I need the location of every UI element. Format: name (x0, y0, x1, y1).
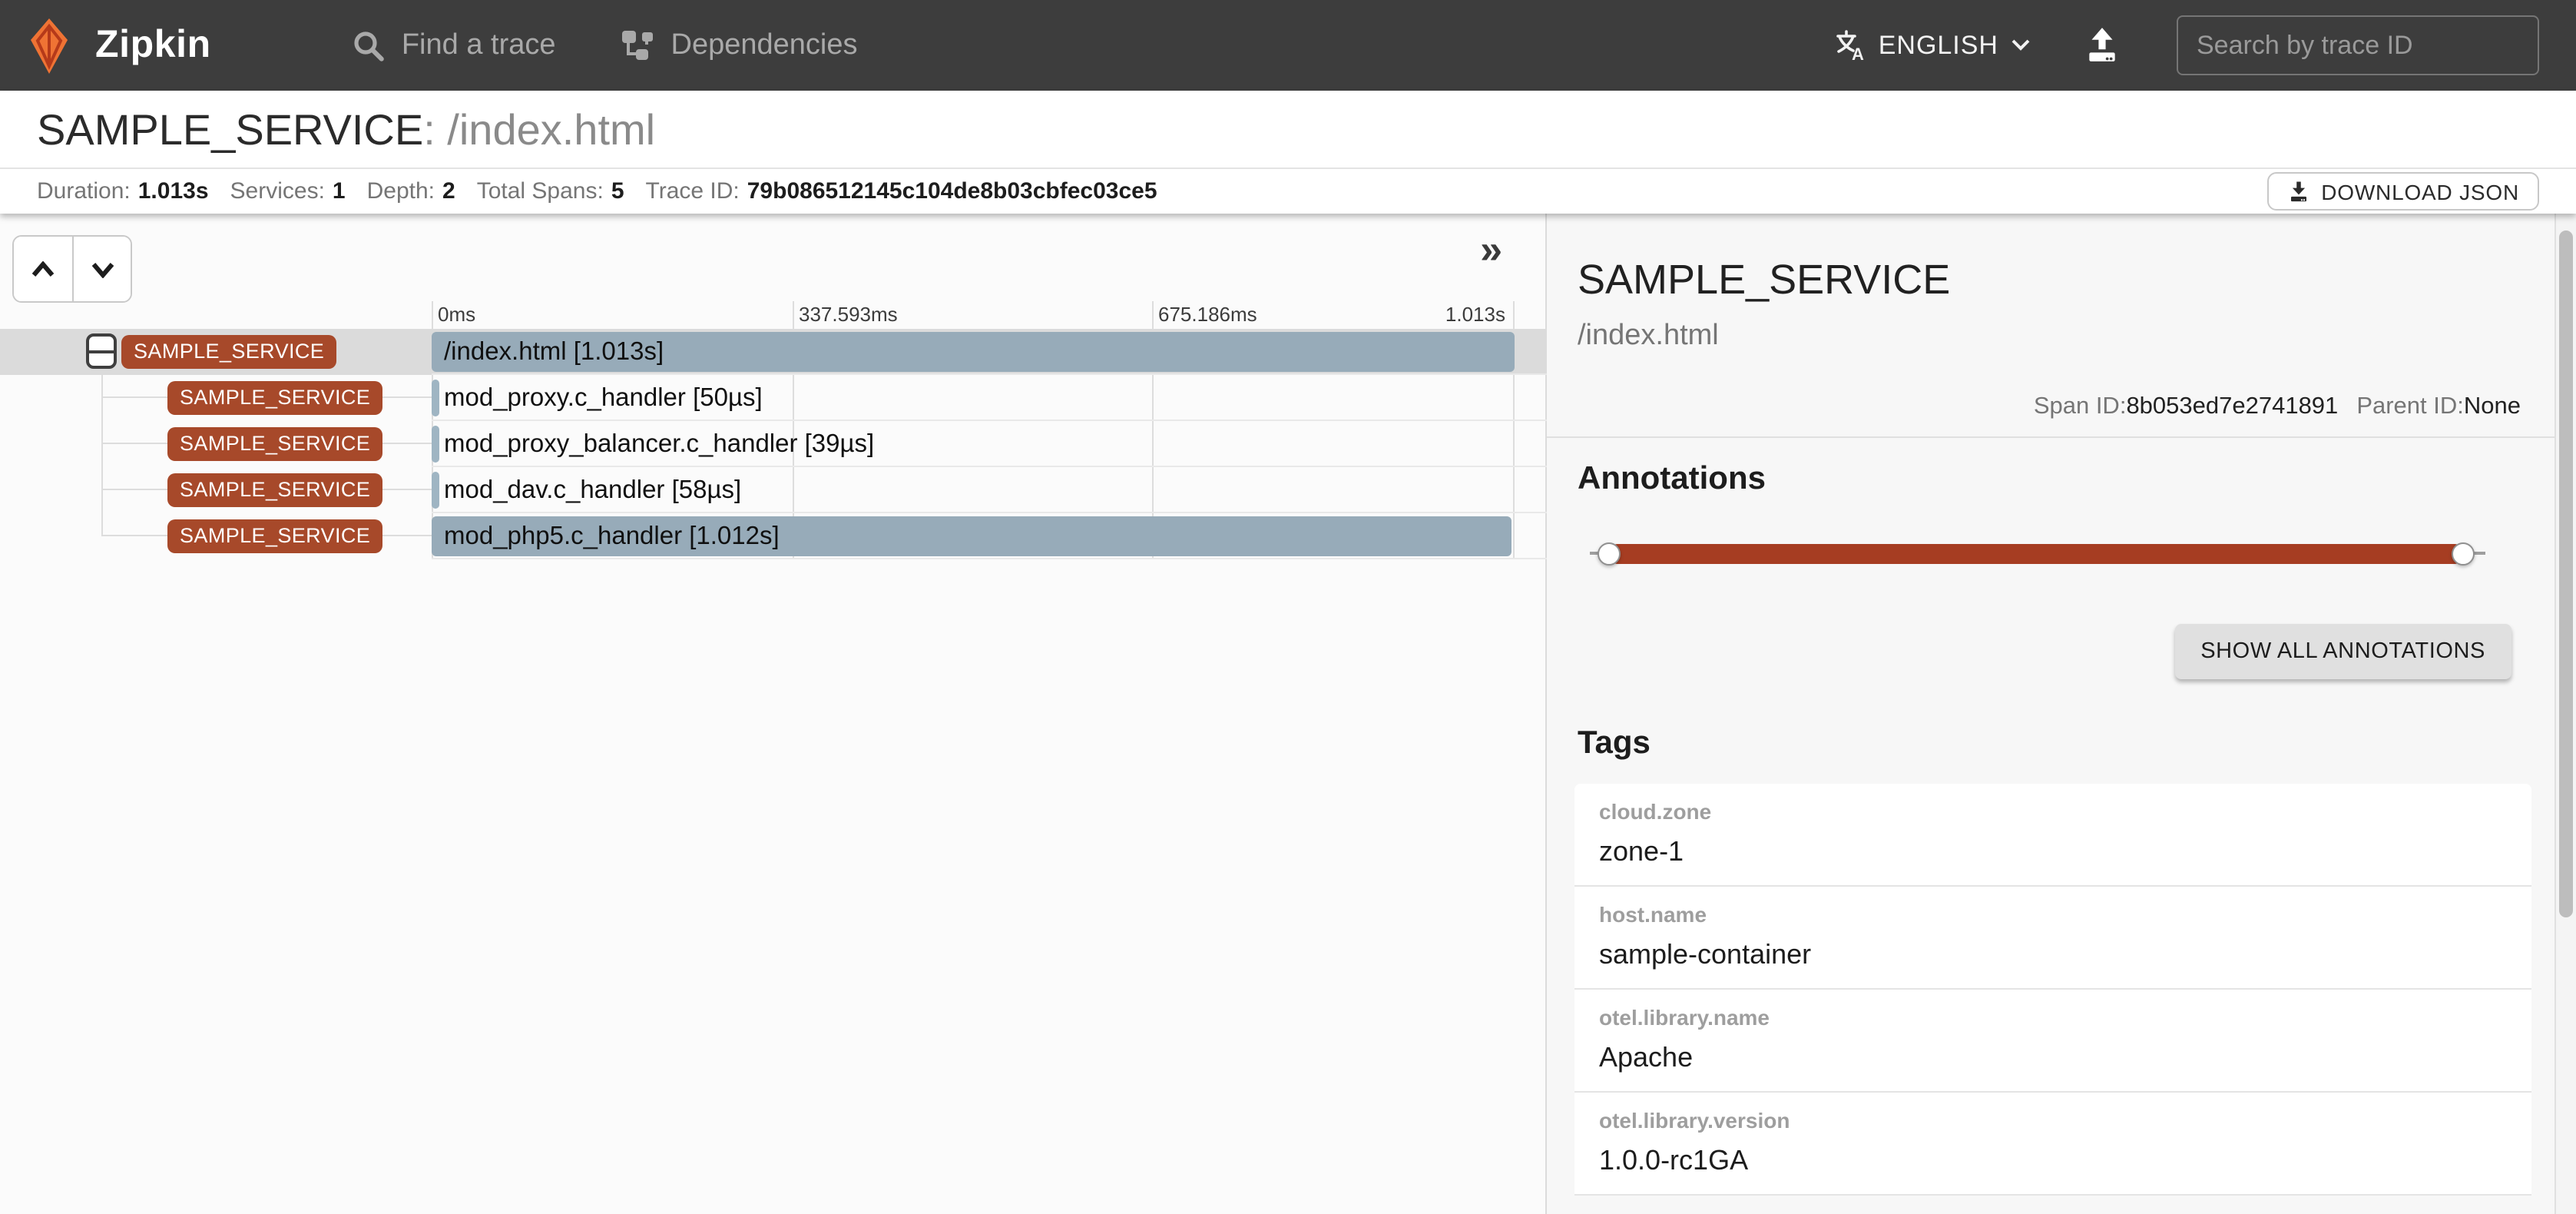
page-title: SAMPLE_SERVICE: /index.html (0, 91, 2576, 168)
ruler-tick-3: 1.013s (1445, 303, 1505, 326)
tags-title: Tags (1578, 725, 2531, 762)
collapse-children-icon[interactable] (86, 333, 117, 369)
span-id-value: 8b053ed7e2741891 (2126, 393, 2338, 420)
page-header: SAMPLE_SERVICE: /index.html Duration: 1.… (0, 91, 2576, 214)
service-badge[interactable]: SAMPLE_SERVICE (167, 427, 382, 461)
tag-key: otel.library.version (1599, 1108, 2507, 1133)
span-row-mod-dav[interactable]: SAMPLE_SERVICE mod_dav.c_handler [58µs] (0, 467, 1547, 513)
span-nav-buttons (12, 235, 132, 303)
span-bar[interactable]: /index.html [1.013s] (432, 332, 1515, 372)
span-detail-panel: SAMPLE_SERVICE /index.html Span ID:8b053… (1547, 214, 2554, 1214)
span-ids-row: Span ID:8b053ed7e2741891 Parent ID:None (1578, 393, 2531, 421)
span-label: mod_proxy.c_handler [50µs] (444, 375, 763, 421)
vertical-scrollbar[interactable] (2554, 214, 2576, 1214)
next-span-button[interactable] (72, 237, 131, 301)
upload-icon[interactable] (2083, 26, 2121, 65)
service-badge[interactable]: SAMPLE_SERVICE (121, 335, 336, 369)
span-bar-label: mod_php5.c_handler [1.012s] (444, 522, 780, 551)
download-icon (2287, 180, 2310, 203)
brand-title: Zipkin (95, 23, 211, 68)
span-row-index-html[interactable]: SAMPLE_SERVICE /index.html [1.013s] (0, 329, 1547, 375)
title-endpoint: : /index.html (423, 106, 655, 154)
tag-value: Apache (1599, 1042, 2507, 1074)
detail-divider (1547, 436, 2554, 438)
ruler-tick-2: 675.186ms (1158, 303, 1257, 326)
ruler-tick-1: 337.593ms (799, 303, 898, 326)
svg-text:A: A (1852, 45, 1865, 61)
download-json-label: DOWNLOAD JSON (2321, 179, 2519, 204)
span-bar[interactable] (432, 380, 439, 416)
nav-dependencies[interactable]: Dependencies (621, 28, 858, 62)
dependencies-icon (621, 28, 656, 62)
annotations-title: Annotations (1578, 461, 2531, 498)
service-badge[interactable]: SAMPLE_SERVICE (167, 519, 382, 553)
service-badge[interactable]: SAMPLE_SERVICE (167, 473, 382, 507)
detail-endpoint: /index.html (1578, 320, 2531, 353)
span-row-mod-php5[interactable]: SAMPLE_SERVICE mod_php5.c_handler [1.012… (0, 513, 1547, 559)
scrollbar-thumb[interactable] (2559, 231, 2573, 917)
language-label: ENGLISH (1879, 30, 1998, 61)
stat-total-spans: Total Spans: 5 (477, 178, 624, 204)
tags-card: cloud.zone zone-1 host.name sample-conta… (1574, 784, 2531, 1196)
span-bar[interactable]: mod_php5.c_handler [1.012s] (432, 516, 1511, 556)
topbar: Zipkin Find a trace Dependencies (0, 0, 2576, 91)
tag-value: 1.0.0-rc1GA (1599, 1145, 2507, 1177)
tag-row-cloud-zone: cloud.zone zone-1 (1574, 784, 2531, 887)
trace-info-bar: Duration: 1.013s Services: 1 Depth: 2 To… (0, 169, 2576, 214)
span-label: mod_proxy_balancer.c_handler [39µs] (444, 421, 874, 467)
title-service-name: SAMPLE_SERVICE (37, 106, 423, 154)
service-badge[interactable]: SAMPLE_SERVICE (167, 381, 382, 415)
zipkin-logo[interactable] (18, 15, 80, 76)
slider-handle-start[interactable] (1598, 542, 1621, 566)
download-json-button[interactable]: DOWNLOAD JSON (2267, 172, 2539, 211)
language-selector[interactable]: A ENGLISH (1834, 29, 2031, 61)
translate-icon: A (1834, 29, 1866, 61)
span-rows: SAMPLE_SERVICE /index.html [1.013s] SAMP… (0, 329, 1547, 559)
detail-service-name: SAMPLE_SERVICE (1578, 257, 2531, 304)
parent-id-value: None (2464, 393, 2521, 420)
ruler-tick-0: 0ms (438, 303, 475, 326)
tag-row-otel-library-name: otel.library.name Apache (1574, 990, 2531, 1093)
tag-value: sample-container (1599, 939, 2507, 971)
stat-duration: Duration: 1.013s (37, 178, 209, 204)
nav-find-label: Find a trace (402, 28, 556, 62)
show-all-annotations-button[interactable]: SHOW ALL ANNOTATIONS (2174, 624, 2511, 679)
tag-key: otel.library.name (1599, 1005, 2507, 1030)
tag-row-host-name: host.name sample-container (1574, 887, 2531, 990)
span-bar-label: /index.html [1.013s] (444, 337, 664, 367)
span-bar[interactable] (432, 426, 439, 463)
tag-row-otel-library-version: otel.library.version 1.0.0-rc1GA (1574, 1093, 2531, 1196)
tag-value: zone-1 (1599, 836, 2507, 868)
span-row-mod-proxy-balancer[interactable]: SAMPLE_SERVICE mod_proxy_balancer.c_hand… (0, 421, 1547, 467)
span-row-mod-proxy[interactable]: SAMPLE_SERVICE mod_proxy.c_handler [50µs… (0, 375, 1547, 421)
slider-selected-range[interactable] (1608, 544, 2464, 564)
nav-dependencies-label: Dependencies (671, 28, 858, 62)
parent-id-label: Parent ID: (2356, 393, 2464, 420)
annotations-range-slider (1590, 522, 2485, 584)
span-label: mod_dav.c_handler [58µs] (444, 467, 741, 513)
span-bar[interactable] (432, 472, 439, 509)
nav-find-a-trace[interactable]: Find a trace (353, 28, 556, 62)
slider-handle-end[interactable] (2452, 542, 2475, 566)
tag-key: cloud.zone (1599, 799, 2507, 824)
chevron-down-icon (2011, 38, 2031, 52)
collapse-detail-icon[interactable]: » (1480, 226, 1502, 274)
tag-key: host.name (1599, 902, 2507, 927)
zipkin-app: Zipkin Find a trace Dependencies (0, 0, 2576, 1214)
search-input[interactable] (2177, 15, 2539, 75)
search-icon (353, 28, 386, 62)
stat-depth: Depth: 2 (367, 178, 455, 204)
prev-span-button[interactable] (14, 237, 72, 301)
main-area: » 0ms 337.593ms 675.186ms 1.013s SAMPLE_… (0, 214, 2576, 1214)
stat-trace-id: Trace ID: 79b086512145c104de8b03cbfec03c… (646, 178, 1157, 204)
trace-timeline-panel: » 0ms 337.593ms 675.186ms 1.013s SAMPLE_… (0, 214, 1547, 1214)
span-id-label: Span ID: (2034, 393, 2127, 420)
stat-services: Services: 1 (230, 178, 346, 204)
